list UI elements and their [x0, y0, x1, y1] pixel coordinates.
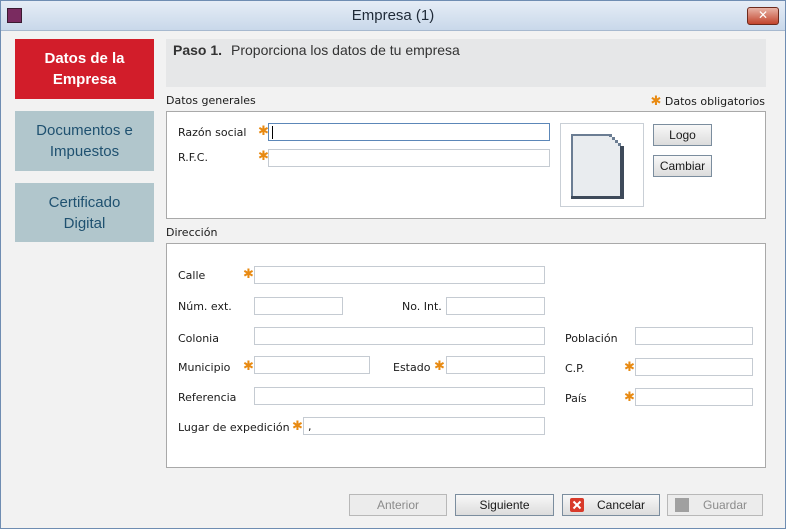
close-icon: ✕	[757, 8, 769, 22]
num-int-input[interactable]	[446, 297, 545, 315]
calle-required-icon: ✱	[243, 267, 254, 282]
lugar-expedicion-required-icon: ✱	[292, 419, 303, 434]
rfc-label: R.F.C.	[178, 151, 208, 164]
step-number: Paso 1.	[173, 42, 223, 58]
referencia-input[interactable]	[254, 387, 545, 405]
calle-label: Calle	[178, 269, 206, 282]
save-button-label: Guardar	[702, 498, 748, 512]
municipio-required-icon: ✱	[243, 359, 254, 374]
colonia-label: Colonia	[178, 332, 219, 345]
municipio-input[interactable]	[254, 356, 370, 374]
nav-datos-empresa[interactable]: Datos de la Empresa	[15, 39, 154, 99]
address-panel: Calle ✱ Núm. ext. No. Int. Colonia Pobla…	[166, 243, 766, 468]
close-button[interactable]: ✕	[747, 7, 779, 25]
estado-input[interactable]	[446, 356, 545, 374]
cp-input[interactable]	[635, 358, 753, 376]
num-int-label: No. Int.	[402, 300, 442, 313]
estado-label: Estado	[393, 361, 431, 374]
window: Empresa (1) ✕ Datos de la Empresa Docume…	[0, 0, 786, 529]
cancel-button-label: Cancelar	[596, 498, 646, 512]
cp-label: C.P.	[565, 362, 585, 375]
previous-button[interactable]: Anterior	[349, 494, 447, 516]
text-caret	[272, 126, 273, 139]
nav-certificado-digital-label: Certificado Digital	[48, 193, 121, 232]
required-star-icon: ✱	[650, 94, 662, 109]
cp-required-icon: ✱	[624, 360, 635, 375]
poblacion-label: Población	[565, 332, 618, 345]
nav-documentos-impuestos[interactable]: Documentos e Impuestos	[15, 111, 154, 171]
calle-input[interactable]	[254, 266, 545, 284]
estado-required-icon: ✱	[434, 359, 445, 374]
logo-preview	[560, 123, 644, 207]
cancel-x-icon	[570, 498, 584, 512]
lugar-expedicion-label: Lugar de expedición	[178, 421, 290, 434]
nav-documentos-impuestos-label: Documentos e Impuestos	[36, 122, 133, 160]
step-description: Proporciona los datos de tu empresa	[231, 42, 460, 58]
dialog-body: Datos de la Empresa Documentos e Impuest…	[1, 31, 785, 528]
window-title: Empresa (1)	[351, 7, 435, 24]
change-logo-button[interactable]: Cambiar	[653, 155, 712, 177]
num-ext-input[interactable]	[254, 297, 343, 315]
pais-label: País	[565, 392, 587, 405]
razon-social-label: Razón social	[178, 126, 247, 139]
save-button[interactable]: Guardar	[667, 494, 763, 516]
required-note-text: Datos obligatorios	[664, 95, 765, 108]
razon-social-input[interactable]	[268, 123, 550, 141]
lugar-expedicion-input[interactable]: ,	[303, 417, 545, 435]
logo-button[interactable]: Logo	[653, 124, 712, 146]
next-button[interactable]: Siguiente	[455, 494, 554, 516]
poblacion-input[interactable]	[635, 327, 753, 345]
nav-datos-empresa-label: Datos de la Empresa	[44, 50, 125, 88]
general-panel: Razón social ✱ R.F.C. ✱ Logo Cambiar	[166, 111, 766, 219]
step-header: Paso 1. Proporciona los datos de tu empr…	[166, 39, 766, 87]
colonia-input[interactable]	[254, 327, 545, 345]
general-section-label: Datos generales	[166, 94, 256, 107]
document-icon	[571, 134, 624, 199]
pais-required-icon: ✱	[624, 390, 635, 405]
cancel-button[interactable]: Cancelar	[562, 494, 660, 516]
num-ext-label: Núm. ext.	[178, 300, 232, 313]
required-note: ✱ Datos obligatorios	[650, 94, 765, 109]
nav-certificado-digital[interactable]: Certificado Digital	[15, 183, 154, 242]
pais-input[interactable]	[635, 388, 753, 406]
address-section-label: Dirección	[166, 226, 218, 239]
title-bar[interactable]: Empresa (1) ✕	[1, 1, 785, 31]
save-icon	[675, 498, 689, 512]
referencia-label: Referencia	[178, 391, 237, 404]
rfc-input[interactable]	[268, 149, 550, 167]
municipio-label: Municipio	[178, 361, 231, 374]
